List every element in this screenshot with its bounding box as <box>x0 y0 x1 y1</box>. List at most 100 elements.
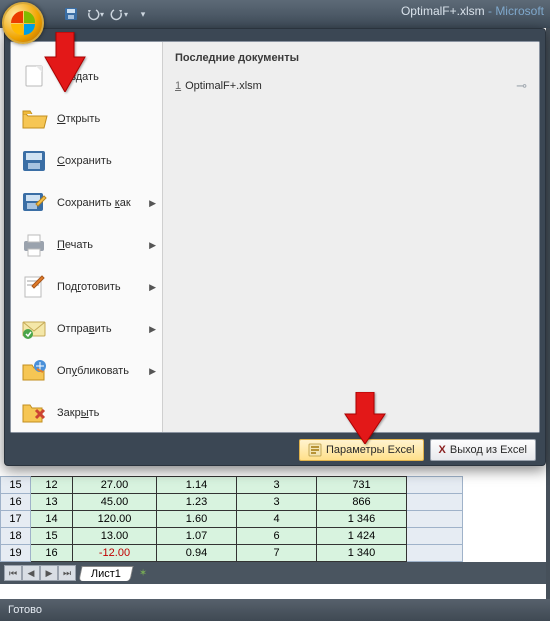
cell[interactable]: 13.00 <box>73 528 157 545</box>
exit-excel-label: Выход из Excel <box>450 444 527 456</box>
cell[interactable]: 16 <box>31 545 73 562</box>
menu-item-label: Открыть <box>57 113 100 125</box>
menu-item-send[interactable]: Отправить ▶ <box>11 308 162 350</box>
save-icon <box>19 147 49 175</box>
floppy-icon <box>64 7 78 21</box>
cell[interactable]: 1.60 <box>157 511 237 528</box>
cell[interactable]: 0.94 <box>157 545 237 562</box>
row-header[interactable]: 17 <box>1 511 31 528</box>
cell[interactable]: 12 <box>31 477 73 494</box>
menu-item-close[interactable]: Закрыть <box>11 392 162 434</box>
recent-doc-name: OptimalF+.xlsm <box>185 80 262 92</box>
row-header[interactable]: 16 <box>1 494 31 511</box>
submenu-arrow-icon: ▶ <box>149 282 156 293</box>
menu-item-label: Закрыть <box>57 407 99 419</box>
menu-item-save[interactable]: Сохранить <box>11 140 162 182</box>
cell[interactable]: 1 424 <box>317 528 407 545</box>
send-icon <box>19 315 49 343</box>
cell[interactable]: 45.00 <box>73 494 157 511</box>
menu-item-label: Опубликовать <box>57 365 129 377</box>
office-logo-icon <box>11 11 35 35</box>
qat-undo-button[interactable]: ▾ <box>84 4 106 24</box>
publish-icon <box>19 357 49 385</box>
menu-item-print[interactable]: Печать▶ <box>11 224 162 266</box>
worksheet[interactable]: 151227.001.143731161345.001.233866171412… <box>0 476 550 584</box>
window-title: OptimalF+.xlsm - Microsoft <box>401 4 544 18</box>
cell[interactable]: 4 <box>237 511 317 528</box>
menu-item-prep[interactable]: Подготовить ▶ <box>11 266 162 308</box>
saveas-icon <box>19 189 49 217</box>
pin-icon[interactable]: ⊸ <box>516 78 527 94</box>
title-dash: - <box>485 4 496 18</box>
cell[interactable]: 1.14 <box>157 477 237 494</box>
menu-item-label: Подготовить <box>57 281 121 293</box>
recent-document[interactable]: 1OptimalF+.xlsm⊸ <box>175 76 527 96</box>
cell[interactable]: 14 <box>31 511 73 528</box>
menu-item-label: Сохранить <box>57 155 112 167</box>
cell[interactable]: 13 <box>31 494 73 511</box>
cell[interactable]: 3 <box>237 494 317 511</box>
cell[interactable]: 3 <box>237 477 317 494</box>
quick-access-toolbar: ▾ ▾ ▾ <box>60 4 154 24</box>
tab-next-icon[interactable]: ▶ <box>40 565 58 581</box>
annotation-arrow-bottom <box>340 392 390 444</box>
cell[interactable]: 27.00 <box>73 477 157 494</box>
row-header[interactable]: 15 <box>1 477 31 494</box>
submenu-arrow-icon: ▶ <box>149 198 156 209</box>
print-icon <box>19 231 49 259</box>
cell-grid[interactable]: 151227.001.143731161345.001.233866171412… <box>0 476 463 562</box>
menu-item-publish[interactable]: Опубликовать▶ <box>11 350 162 392</box>
redo-icon <box>110 7 124 21</box>
empty-cell[interactable] <box>407 494 463 511</box>
new-sheet-icon[interactable]: ✶ <box>136 566 150 580</box>
menu-item-label: Отправить <box>57 323 112 335</box>
cell[interactable]: 15 <box>31 528 73 545</box>
qat-save-button[interactable] <box>60 4 82 24</box>
excel-options-label: Параметры Excel <box>326 444 415 456</box>
empty-cell[interactable] <box>407 528 463 545</box>
menu-item-label: Сохранить как <box>57 197 131 209</box>
sheet-tab-active[interactable]: Лист1 <box>78 566 133 581</box>
cell[interactable]: 1 340 <box>317 545 407 562</box>
cell[interactable]: 1 346 <box>317 511 407 528</box>
qat-customize-button[interactable]: ▾ <box>132 4 154 24</box>
submenu-arrow-icon: ▶ <box>149 324 156 335</box>
title-bar: ▾ ▾ ▾ OptimalF+.xlsm - Microsoft <box>0 0 550 28</box>
office-button[interactable] <box>2 2 44 44</box>
tab-prev-icon[interactable]: ◀ <box>22 565 40 581</box>
cell[interactable]: 6 <box>237 528 317 545</box>
row-header[interactable]: 18 <box>1 528 31 545</box>
title-app: Microsoft <box>495 4 544 18</box>
open-icon <box>19 105 49 133</box>
status-text: Готово <box>8 604 42 616</box>
recent-documents-panel: Последние документы 1OptimalF+.xlsm⊸ <box>163 42 539 432</box>
cell[interactable]: 866 <box>317 494 407 511</box>
cell[interactable]: -12.00 <box>73 545 157 562</box>
cell[interactable]: 1.23 <box>157 494 237 511</box>
empty-cell[interactable] <box>407 477 463 494</box>
cell[interactable]: 731 <box>317 477 407 494</box>
row-header[interactable]: 19 <box>1 545 31 562</box>
title-file: OptimalF+.xlsm <box>401 4 485 18</box>
cell[interactable]: 1.07 <box>157 528 237 545</box>
qat-redo-button[interactable]: ▾ <box>108 4 130 24</box>
empty-cell[interactable] <box>407 511 463 528</box>
menu-item-saveas[interactable]: Сохранить как ▶ <box>11 182 162 224</box>
tab-first-icon[interactable]: ⏮ <box>4 565 22 581</box>
recent-documents-heading: Последние документы <box>175 52 527 64</box>
sheet-tab-nav[interactable]: ⏮ ◀ ▶ ⏭ <box>4 565 76 581</box>
exit-x-icon: X <box>439 444 446 456</box>
menu-item-label: Печать <box>57 239 93 251</box>
cell[interactable]: 7 <box>237 545 317 562</box>
tab-last-icon[interactable]: ⏭ <box>58 565 76 581</box>
undo-icon <box>86 7 100 21</box>
exit-excel-button[interactable]: X Выход из Excel <box>430 439 536 461</box>
menu-item-open[interactable]: Открыть <box>11 98 162 140</box>
office-menu-commands: СоздатьОткрытьСохранитьСохранить как▶Печ… <box>11 42 163 432</box>
empty-cell[interactable] <box>407 545 463 562</box>
prep-icon <box>19 273 49 301</box>
status-bar: Готово <box>0 599 550 621</box>
options-icon <box>308 443 322 457</box>
scrollbar-right[interactable] <box>546 28 550 599</box>
cell[interactable]: 120.00 <box>73 511 157 528</box>
